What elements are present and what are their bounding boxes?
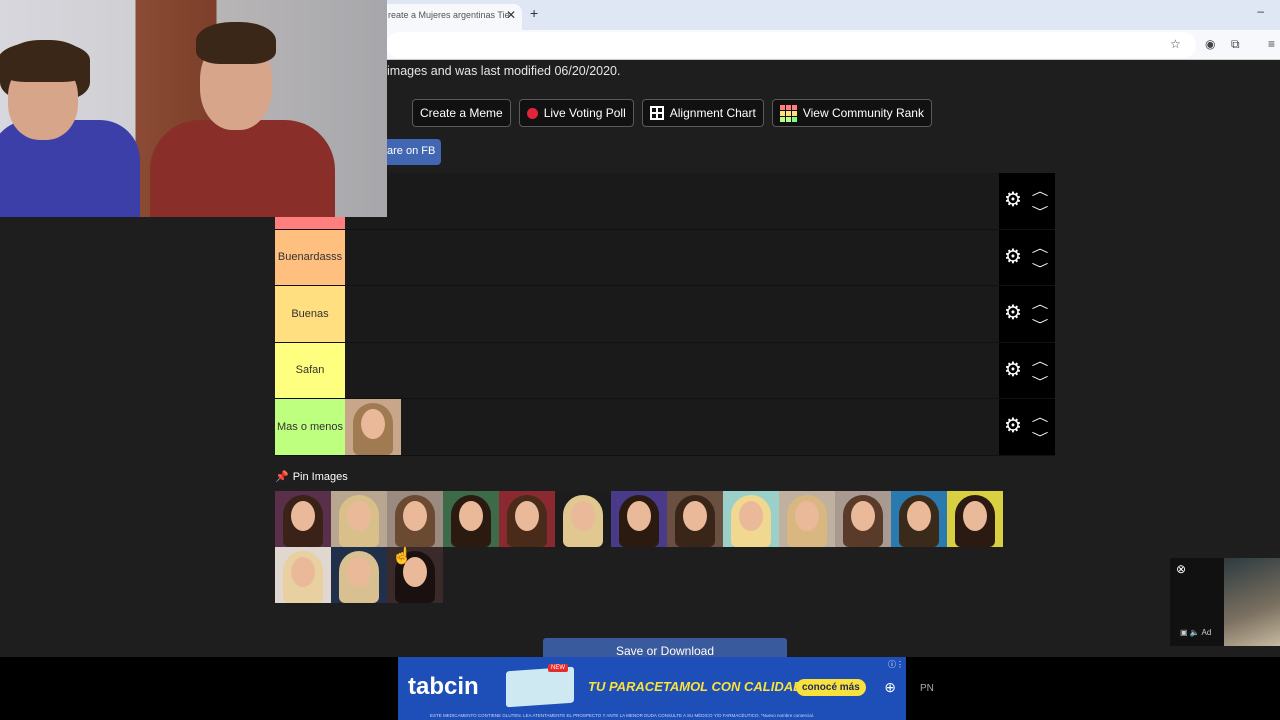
- tier-row: Safan ⚙ ︿ ﹀: [275, 342, 1055, 399]
- pool-image[interactable]: [499, 491, 555, 547]
- create-meme-button[interactable]: Create a Meme: [412, 99, 511, 127]
- person-right: [150, 20, 335, 217]
- tier-row: Buenas ⚙ ︿ ﹀: [275, 286, 1055, 343]
- omnibox[interactable]: [386, 32, 1196, 58]
- pool-image[interactable]: [947, 491, 1003, 547]
- tier-label[interactable]: Buenas: [275, 286, 345, 342]
- video-ad-image: [1224, 558, 1280, 646]
- tier-items[interactable]: [345, 286, 1055, 342]
- tier-grid-icon: [779, 104, 797, 122]
- pool-image[interactable]: [555, 491, 611, 547]
- tier-controls: ⚙ ︿ ﹀: [999, 173, 1055, 229]
- tier-items[interactable]: [345, 343, 1055, 399]
- minimize-icon[interactable]: –: [1257, 4, 1264, 18]
- ad-fine-print: ESTE MEDICAMENTO CONTIENE GLUTEN. LEA AT…: [430, 713, 815, 718]
- ad-cta-button[interactable]: conocé más: [796, 679, 866, 696]
- tier-label[interactable]: Safan: [275, 342, 345, 398]
- pool-image[interactable]: [331, 491, 387, 547]
- action-buttons: Create a Meme Live Voting Poll Alignment…: [412, 99, 932, 127]
- pool-image[interactable]: [891, 491, 947, 547]
- community-rank-label: View Community Rank: [802, 106, 924, 120]
- puzzle-icon[interactable]: ⧉: [1231, 37, 1240, 52]
- menu-icon[interactable]: ≡: [1268, 37, 1275, 51]
- tier-controls: ⚙ ︿ ﹀: [999, 342, 1055, 398]
- new-tab-icon[interactable]: +: [530, 5, 538, 21]
- tier-controls: ⚙ ︿ ﹀: [999, 229, 1055, 285]
- tier-label[interactable]: Buenardasss: [275, 229, 345, 285]
- pool-image[interactable]: [387, 491, 443, 547]
- share-fb-button[interactable]: are on FB: [384, 139, 442, 165]
- record-dot-icon: [526, 107, 538, 119]
- tier-label[interactable]: Mas o menos: [275, 399, 345, 455]
- webcam-overlay: [0, 0, 387, 217]
- modified-text: images and was last modified 06/20/2020.: [387, 64, 621, 78]
- gear-icon[interactable]: ⚙: [1004, 303, 1022, 323]
- gear-icon[interactable]: ⚙: [1004, 190, 1022, 210]
- person-left: [0, 40, 145, 217]
- pin-icon: 📌: [275, 471, 289, 483]
- tier-row: Mas o menos ⚙ ︿ ﹀: [275, 399, 1055, 456]
- chevron-down-icon[interactable]: ﹀: [1032, 316, 1049, 333]
- live-poll-label: Live Voting Poll: [543, 106, 626, 120]
- ad-brand: tabcin: [408, 673, 479, 700]
- adchoices-icon[interactable]: ⓘ⋮: [888, 659, 904, 670]
- gear-icon[interactable]: ⚙: [1004, 247, 1022, 267]
- chevron-down-icon[interactable]: ﹀: [1032, 203, 1049, 220]
- alignment-chart-button[interactable]: Alignment Chart: [641, 99, 764, 127]
- tier-items[interactable]: [345, 399, 1055, 455]
- pin-images-toggle[interactable]: 📌 Pin Images: [275, 470, 348, 484]
- bayer-cross-icon: ⊕: [884, 679, 896, 695]
- close-icon[interactable]: ⊗: [1176, 562, 1186, 576]
- chevron-down-icon[interactable]: ﹀: [1032, 429, 1049, 446]
- pool-image[interactable]: [779, 491, 835, 547]
- pool-image[interactable]: [275, 547, 331, 603]
- tier-item-image[interactable]: [345, 399, 401, 455]
- tier-controls: ⚙ ︿ ﹀: [999, 286, 1055, 342]
- extension-icon[interactable]: ◉: [1205, 37, 1215, 51]
- pool-image[interactable]: [835, 491, 891, 547]
- chevron-up-icon[interactable]: ︿: [1032, 239, 1049, 256]
- community-rank-button[interactable]: View Community Rank: [771, 99, 932, 127]
- tier-list: ⚙ ︿ ﹀ Buenardasss ⚙ ︿ ﹀ Buenas ⚙ ︿ ﹀ Saf…: [275, 173, 1055, 456]
- pool-image[interactable]: [667, 491, 723, 547]
- alignment-chart-label: Alignment Chart: [669, 106, 756, 120]
- chevron-down-icon[interactable]: ﹀: [1032, 373, 1049, 390]
- pack-badge: NEW: [548, 664, 568, 672]
- gear-icon[interactable]: ⚙: [1004, 416, 1022, 436]
- tier-row: Buenardasss ⚙ ︿ ﹀: [275, 229, 1055, 286]
- tier-items[interactable]: [345, 230, 1055, 286]
- pool-image[interactable]: [331, 547, 387, 603]
- pool-image[interactable]: [443, 491, 499, 547]
- video-ad[interactable]: ⊗ ▣ 🔈 Ad: [1170, 558, 1280, 646]
- hand-cursor-icon: ☝: [392, 548, 412, 565]
- chevron-up-icon[interactable]: ︿: [1032, 295, 1049, 312]
- product-pack-image: [506, 666, 574, 708]
- tier-items[interactable]: [345, 173, 1055, 229]
- chevron-down-icon[interactable]: ﹀: [1032, 260, 1049, 277]
- browser-tab[interactable]: reate a Mujeres argentinas Tie ✕: [380, 4, 522, 30]
- pin-images-label: Pin Images: [292, 470, 348, 483]
- ad-banner[interactable]: tabcin NEW TU PARACETAMOL CON CALIDAD BA…: [398, 657, 906, 720]
- grid-icon: [649, 106, 664, 120]
- pn-label: PN: [920, 683, 934, 694]
- chevron-up-icon[interactable]: ︿: [1032, 352, 1049, 369]
- star-icon[interactable]: ☆: [1170, 37, 1181, 51]
- chevron-up-icon[interactable]: ︿: [1032, 182, 1049, 199]
- create-meme-label: Create a Meme: [420, 106, 503, 120]
- pool-image[interactable]: [611, 491, 667, 547]
- chevron-up-icon[interactable]: ︿: [1032, 408, 1049, 425]
- tier-row: ⚙ ︿ ﹀: [275, 173, 1055, 230]
- video-ad-controls[interactable]: ▣ 🔈 Ad: [1180, 628, 1211, 637]
- gear-icon[interactable]: ⚙: [1004, 360, 1022, 380]
- tab-title: reate a Mujeres argentinas Tie: [388, 10, 510, 20]
- tier-controls: ⚙ ︿ ﹀: [999, 399, 1055, 455]
- pool-image[interactable]: [275, 491, 331, 547]
- live-poll-button[interactable]: Live Voting Poll: [518, 99, 634, 127]
- pool-image[interactable]: [723, 491, 779, 547]
- tab-close-icon[interactable]: ✕: [506, 8, 516, 22]
